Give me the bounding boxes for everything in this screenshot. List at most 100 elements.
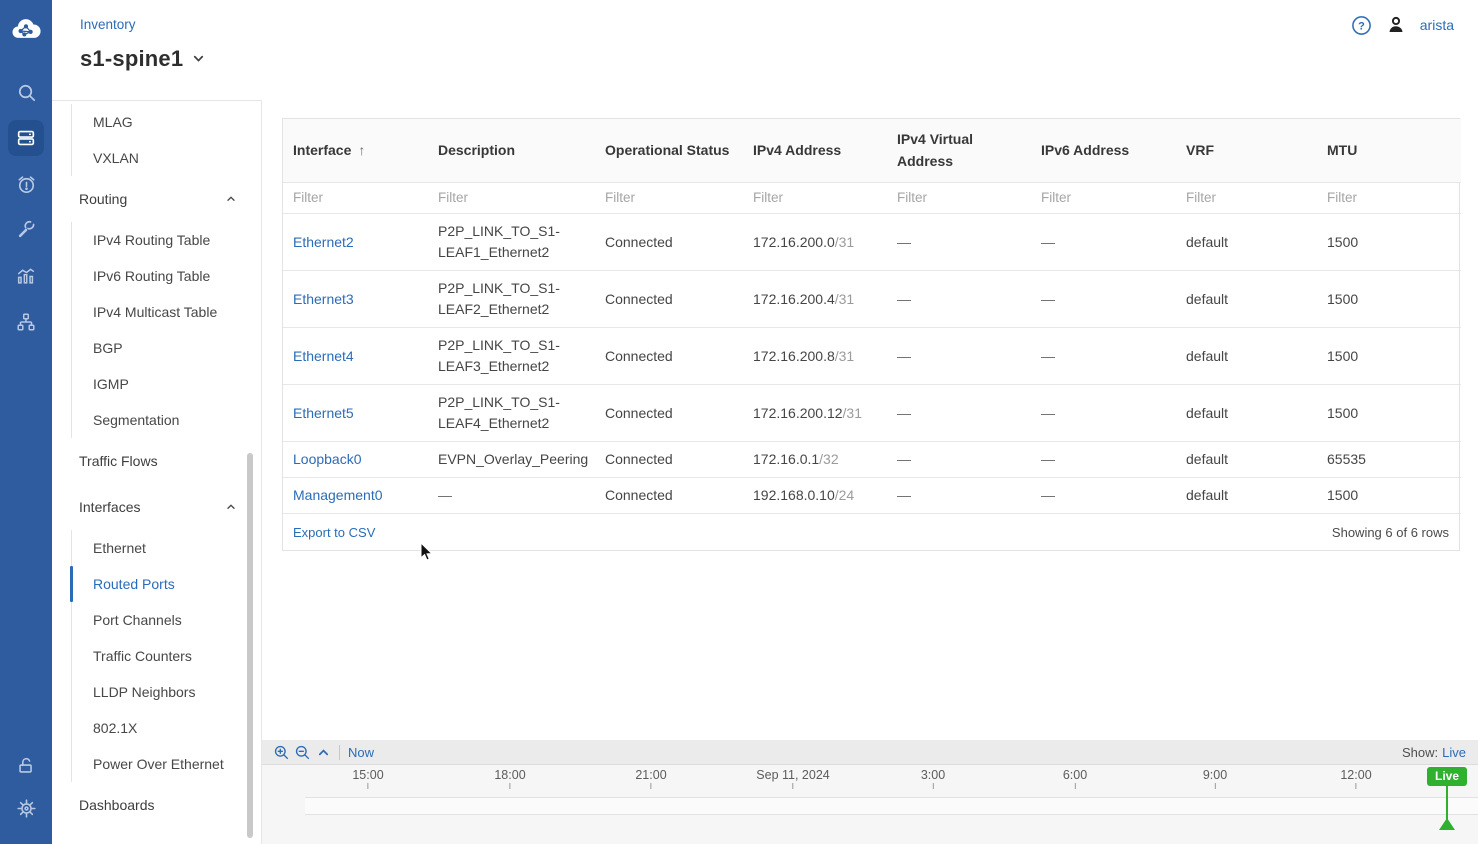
timeline-band (305, 797, 1478, 815)
timeline-tick: 6:00 (1063, 768, 1087, 789)
sidebar-item-dashboards[interactable]: Dashboards (52, 782, 261, 828)
username[interactable]: arista (1420, 17, 1454, 33)
ipv4-prefix: /31 (835, 348, 854, 364)
ipv4-prefix: /31 (835, 291, 854, 307)
topology-icon[interactable] (8, 304, 44, 340)
sidebar-item-label: Interfaces (79, 499, 140, 515)
sidebar-item-ipv4-multicast-table[interactable]: IPv4 Multicast Table (52, 294, 261, 330)
interface-link[interactable]: Ethernet5 (293, 405, 354, 421)
sidebar-item-lldp-neighbors[interactable]: LLDP Neighbors (52, 674, 261, 710)
filter-input-ipv6-address[interactable] (1041, 190, 1166, 205)
help-icon[interactable]: ? (1351, 15, 1372, 36)
sidebar-item-segmentation[interactable]: Segmentation (52, 402, 261, 438)
table-row[interactable]: Ethernet2P2P_LINK_TO_S1-LEAF1_Ethernet2C… (283, 214, 1461, 271)
table-row[interactable]: Ethernet5P2P_LINK_TO_S1-LEAF4_Ethernet2C… (283, 385, 1461, 442)
table-row[interactable]: Loopback0EVPN_Overlay_PeeringConnected17… (283, 442, 1461, 478)
filter-input-vrf[interactable] (1186, 190, 1307, 205)
timeline-zoom-in-icon[interactable] (271, 742, 292, 763)
column-label: Operational Status (605, 142, 729, 158)
column-header-ipv4-address[interactable]: IPv4 Address (743, 119, 887, 183)
chevron-up-icon[interactable] (225, 193, 237, 205)
operational-status-cell: Connected (595, 214, 743, 271)
ipv4-virtual-cell: — (887, 442, 1031, 478)
column-header-description[interactable]: Description (428, 119, 595, 183)
filter-input-interface[interactable] (293, 190, 418, 205)
column-label: IPv6 Address (1041, 142, 1129, 158)
timeline-tick: 12:00 (1340, 768, 1371, 789)
chevron-up-icon[interactable] (225, 501, 237, 513)
devices-icon[interactable] (8, 120, 44, 156)
sidebar-item-802-1x[interactable]: 802.1X (52, 710, 261, 746)
sidebar-scrollbar[interactable] (247, 453, 253, 838)
cloudvision-logo[interactable] (8, 16, 44, 46)
sidebar-item-routed-ports[interactable]: Routed Ports (52, 566, 261, 602)
live-marker[interactable]: Live (1427, 767, 1467, 786)
table-row[interactable]: Ethernet3P2P_LINK_TO_S1-LEAF2_Ethernet2C… (283, 271, 1461, 328)
interface-link[interactable]: Ethernet2 (293, 234, 354, 250)
column-header-ipv6-address[interactable]: IPv6 Address (1031, 119, 1176, 183)
interface-link[interactable]: Management0 (293, 487, 383, 503)
sidebar-item-interfaces[interactable]: Interfaces (52, 484, 261, 530)
column-header-interface[interactable]: Interface↑ (283, 119, 428, 183)
column-header-operational-status[interactable]: Operational Status (595, 119, 743, 183)
interface-link[interactable]: Ethernet3 (293, 291, 354, 307)
description-cell: EVPN_Overlay_Peering (428, 442, 595, 478)
interface-cell: Management0 (283, 478, 428, 514)
table-row[interactable]: Management0—Connected192.168.0.10/24——de… (283, 478, 1461, 514)
column-header-mtu[interactable]: MTU (1317, 119, 1461, 183)
table-row[interactable]: Ethernet4P2P_LINK_TO_S1-LEAF3_Ethernet2C… (283, 328, 1461, 385)
column-header-vrf[interactable]: VRF (1176, 119, 1317, 183)
provisioning-icon[interactable] (8, 212, 44, 248)
now-button[interactable]: Now (348, 745, 374, 760)
show-live-link[interactable]: Live (1442, 745, 1466, 760)
filter-input-operational-status[interactable] (605, 190, 733, 205)
interface-link[interactable]: Loopback0 (293, 451, 362, 467)
description-cell: P2P_LINK_TO_S1-LEAF4_Ethernet2 (428, 385, 595, 442)
sidebar-item-traffic-counters[interactable]: Traffic Counters (52, 638, 261, 674)
metrics-icon[interactable] (8, 258, 44, 294)
mtu-cell: 65535 (1317, 442, 1461, 478)
sidebar-item-ipv4-routing-table[interactable]: IPv4 Routing Table (52, 222, 261, 258)
sidebar-item-mlag[interactable]: MLAG (52, 104, 261, 140)
vrf-cell: default (1176, 478, 1317, 514)
sidebar-nav: MLAG VXLAN RoutingIPv4 Routing TableIPv6 R… (52, 100, 262, 844)
sidebar-item-label: VXLAN (93, 150, 139, 166)
column-label: Interface (293, 142, 351, 158)
sidebar-item-ethernet[interactable]: Ethernet (52, 530, 261, 566)
sidebar-item-ipv6-routing-table[interactable]: IPv6 Routing Table (52, 258, 261, 294)
timeline-zoom-out-icon[interactable] (292, 742, 313, 763)
lock-icon[interactable] (8, 748, 44, 784)
ipv4-address-cell: 172.16.200.12/31 (743, 385, 887, 442)
sidebar-item-vxlan[interactable]: VXLAN (52, 140, 261, 176)
interface-link[interactable]: Ethernet4 (293, 348, 354, 364)
column-header-ipv4-virtual-address[interactable]: IPv4 Virtual Address (887, 119, 1031, 183)
export-csv-link[interactable]: Export to CSV (293, 525, 375, 540)
ipv4-address-cell: 172.16.0.1/32 (743, 442, 887, 478)
filter-input-ipv4-address[interactable] (753, 190, 877, 205)
settings-gear-icon[interactable] (8, 790, 44, 826)
user-avatar-icon[interactable] (1385, 14, 1407, 36)
sidebar-item-label: Routed Ports (93, 576, 175, 592)
sidebar-item-port-channels[interactable]: Port Channels (52, 602, 261, 638)
tick-label: 21:00 (635, 768, 666, 782)
tick-mark (1356, 783, 1357, 789)
timeline-track[interactable]: 15:0018:0021:00Sep 11, 20243:006:009:001… (262, 765, 1478, 844)
sidebar-item-bgp[interactable]: BGP (52, 330, 261, 366)
filter-input-description[interactable] (438, 190, 585, 205)
tick-label: 15:00 (352, 768, 383, 782)
sidebar-item-label: Dashboards (79, 797, 155, 813)
filter-input-ipv4-virtual-address[interactable] (897, 190, 1021, 205)
sidebar-item-routing[interactable]: Routing (52, 176, 261, 222)
timeline-tick: 15:00 (352, 768, 383, 789)
sidebar-item-traffic-flows[interactable]: Traffic Flows (52, 438, 261, 484)
sidebar-item-igmp[interactable]: IGMP (52, 366, 261, 402)
events-icon[interactable] (8, 166, 44, 202)
timeline-collapse-icon[interactable] (313, 742, 334, 763)
chevron-down-icon[interactable] (191, 51, 206, 71)
sidebar-item-power-over-ethernet[interactable]: Power Over Ethernet (52, 746, 261, 782)
search-icon[interactable] (8, 74, 44, 110)
timeline-tick: 18:00 (494, 768, 525, 789)
filter-input-mtu[interactable] (1327, 190, 1451, 205)
ipv4-prefix: /31 (835, 234, 854, 250)
breadcrumb-inventory[interactable]: Inventory (80, 17, 136, 32)
